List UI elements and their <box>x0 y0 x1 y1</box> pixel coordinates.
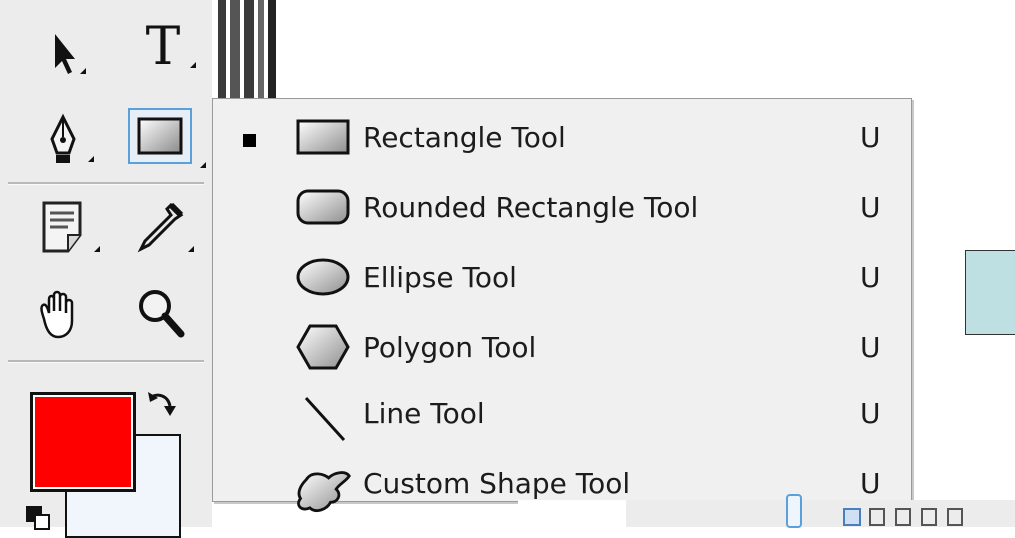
type-tool[interactable]: T <box>128 18 198 76</box>
style-picker-icon[interactable] <box>786 494 802 528</box>
menu-item-shortcut: U <box>860 467 881 500</box>
selection-tool[interactable] <box>24 24 94 82</box>
menu-item-line-tool[interactable]: Line Tool U <box>213 383 911 451</box>
eyedropper-icon <box>137 202 184 253</box>
menu-item-rectangle-tool[interactable]: Rectangle Tool U <box>213 103 911 171</box>
hand-tool[interactable] <box>24 286 94 344</box>
submenu-indicator <box>190 62 196 68</box>
toolbox-divider <box>8 360 204 363</box>
rectangle-tool-icon <box>137 117 183 155</box>
menu-item-label: Rounded Rectangle Tool <box>363 191 699 224</box>
menu-item-label: Ellipse Tool <box>363 261 517 294</box>
shape-layers-icon[interactable] <box>843 508 861 526</box>
menu-item-shortcut: U <box>860 331 881 364</box>
menu-item-shortcut: U <box>860 191 881 224</box>
custom-shape-icon <box>293 461 353 521</box>
menu-item-label: Polygon Tool <box>363 331 537 364</box>
submenu-indicator <box>188 246 194 252</box>
toolbox-divider <box>8 182 204 185</box>
add-to-shape-icon[interactable] <box>921 508 937 526</box>
menu-item-shortcut: U <box>860 397 881 430</box>
options-bar-icons <box>823 500 1015 527</box>
type-tool-icon: T <box>145 17 181 77</box>
submenu-indicator <box>94 246 100 252</box>
panel-edge <box>212 0 284 112</box>
selected-bullet-icon <box>243 134 256 147</box>
polygon-icon <box>293 317 353 377</box>
rectangle-tool[interactable] <box>124 104 206 168</box>
eyedropper-tool[interactable] <box>126 198 196 256</box>
menu-item-ellipse-tool[interactable]: Ellipse Tool U <box>213 243 911 311</box>
menu-item-rounded-rectangle-tool[interactable]: Rounded Rectangle Tool U <box>213 173 911 241</box>
fill-pixels-icon[interactable] <box>895 508 911 526</box>
zoom-tool[interactable] <box>126 284 196 342</box>
swap-colors-icon[interactable] <box>144 388 180 424</box>
line-icon <box>293 387 353 447</box>
hand-tool-icon <box>40 290 74 339</box>
rectangle-icon <box>293 107 353 167</box>
canvas-shape-swatch <box>965 250 1015 335</box>
paths-icon[interactable] <box>869 508 885 526</box>
toolbox-panel: T <box>0 0 212 538</box>
notes-tool[interactable] <box>28 198 100 256</box>
menu-item-shortcut: U <box>860 261 881 294</box>
shape-tools-flyout-menu: Rectangle Tool U Rounded Rectangle Tool … <box>212 98 912 512</box>
menu-item-label: Line Tool <box>363 397 485 430</box>
menu-item-label: Custom Shape Tool <box>363 467 631 500</box>
selection-arrow-icon <box>55 34 75 74</box>
ellipse-icon <box>293 247 353 307</box>
rounded-rectangle-icon <box>293 177 353 237</box>
default-colors-icon[interactable] <box>26 500 50 530</box>
menu-item-shortcut: U <box>860 121 881 154</box>
foreground-color-swatch[interactable] <box>30 392 136 492</box>
options-field[interactable] <box>518 500 626 527</box>
submenu-indicator <box>200 162 206 168</box>
pen-tool-icon <box>50 113 76 163</box>
menu-item-polygon-tool[interactable]: Polygon Tool U <box>213 313 911 381</box>
submenu-indicator <box>80 68 86 74</box>
options-bar-left <box>626 494 826 528</box>
subtract-shape-icon[interactable] <box>947 508 963 526</box>
notes-tool-icon <box>42 201 82 253</box>
pen-tool[interactable] <box>28 110 98 168</box>
menu-item-label: Rectangle Tool <box>363 121 566 154</box>
submenu-indicator <box>88 156 94 162</box>
zoom-tool-icon <box>139 290 185 338</box>
